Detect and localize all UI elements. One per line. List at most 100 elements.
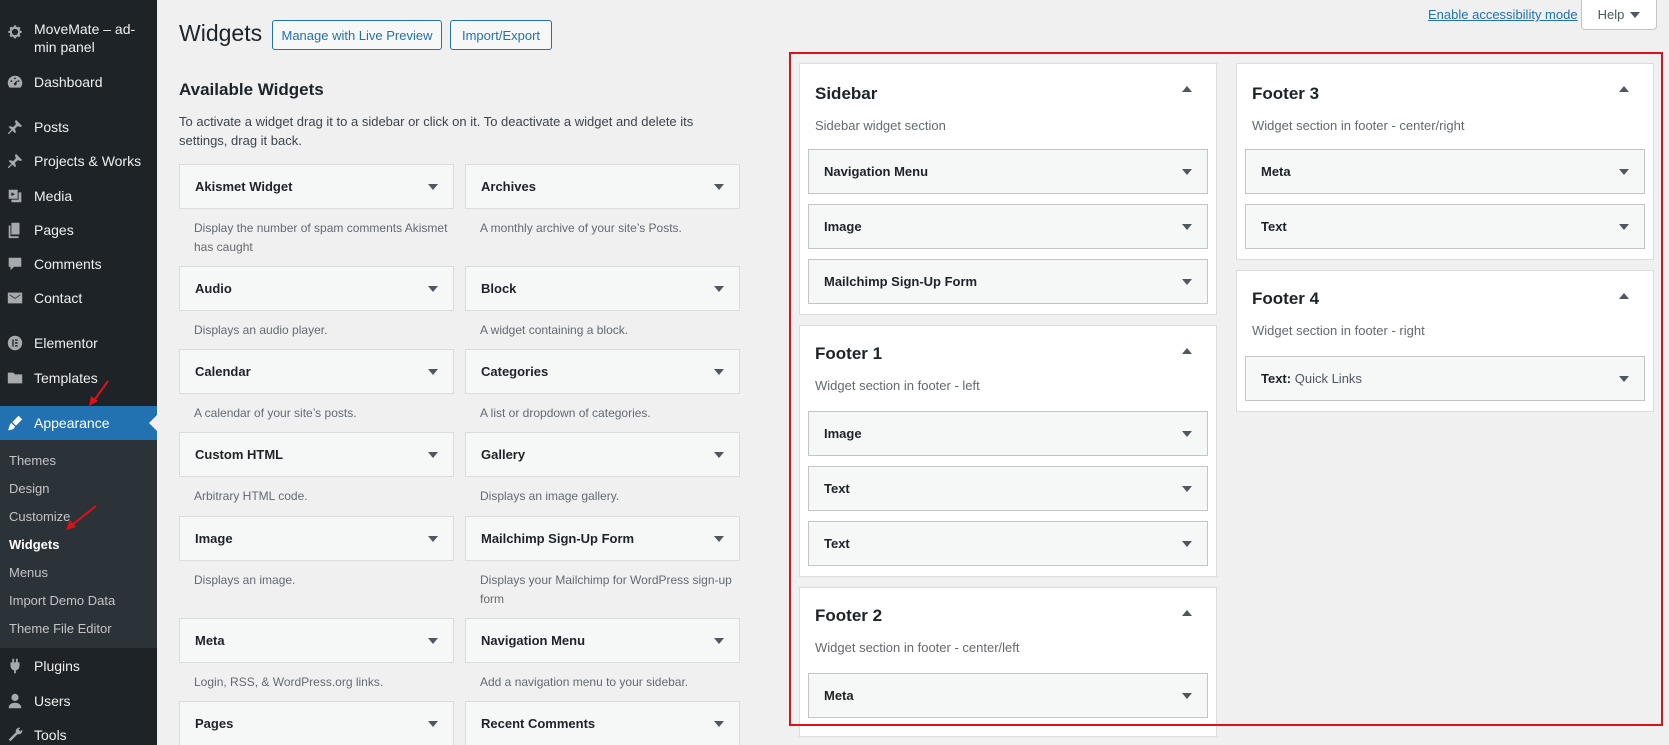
collapse-toggle-icon[interactable] [1182, 86, 1192, 92]
site-title: MoveMate – ad-min panel [34, 21, 136, 55]
area-widget[interactable]: Meta [1245, 149, 1645, 194]
widget-mailchimp[interactable]: Mailchimp Sign-Up Form [465, 516, 740, 561]
area-widget[interactable]: Navigation Menu [808, 149, 1208, 194]
menu-comments[interactable]: Comments [0, 247, 157, 281]
wrench-icon [4, 725, 26, 745]
import-export-button[interactable]: Import/Export [450, 20, 552, 50]
widget-archives[interactable]: Archives [465, 164, 740, 209]
widget-area-sidebar: Sidebar Sidebar widget section Navigatio… [799, 63, 1217, 315]
caret-down-icon[interactable] [1182, 430, 1192, 437]
submenu-menus[interactable]: Menus [9, 565, 48, 580]
widget-audio[interactable]: Audio [179, 266, 454, 311]
widget-title: Text [824, 536, 850, 551]
caret-down-icon[interactable] [1182, 692, 1192, 699]
caret-down-icon[interactable] [1182, 168, 1192, 175]
collapse-toggle-icon[interactable] [1619, 293, 1629, 299]
caret-down-icon[interactable] [714, 535, 724, 542]
caret-down-icon[interactable] [1182, 540, 1192, 547]
widget-title: Akismet Widget [195, 179, 293, 194]
widget-title: Custom HTML [195, 447, 284, 462]
widget-block[interactable]: Block [465, 266, 740, 311]
area-widget[interactable]: Text [1245, 204, 1645, 249]
widget-categories[interactable]: Categories [465, 349, 740, 394]
widget-title: Block [481, 281, 517, 296]
submenu-theme-file-editor[interactable]: Theme File Editor [9, 621, 112, 636]
menu-appearance[interactable]: Appearance [0, 406, 157, 440]
user-icon [4, 691, 26, 711]
area-title: Footer 4 [1252, 289, 1320, 308]
caret-down-icon[interactable] [428, 285, 438, 292]
widget-navigation-menu[interactable]: Navigation Menu [465, 618, 740, 663]
menu-users[interactable]: Users [0, 684, 157, 718]
area-description: Sidebar widget section [815, 118, 946, 133]
caret-down-icon[interactable] [1619, 375, 1629, 382]
widget-calendar[interactable]: Calendar [179, 349, 454, 394]
area-widget[interactable]: Image [808, 204, 1208, 249]
caret-down-icon[interactable] [714, 285, 724, 292]
collapse-toggle-icon[interactable] [1182, 348, 1192, 354]
menu-templates[interactable]: Templates [0, 361, 157, 395]
area-description: Widget section in footer - center/left [815, 640, 1020, 655]
menu-projects-works[interactable]: Projects & Works [0, 144, 157, 178]
menu-plugins[interactable]: Plugins [0, 649, 157, 683]
area-widget[interactable]: Text [808, 521, 1208, 566]
area-title: Footer 1 [815, 344, 883, 363]
caret-down-icon[interactable] [1182, 485, 1192, 492]
caret-down-icon[interactable] [428, 451, 438, 458]
menu-media[interactable]: Media [0, 179, 157, 213]
submenu-design[interactable]: Design [9, 481, 49, 496]
area-widget[interactable]: Image [808, 411, 1208, 456]
caret-down-icon[interactable] [428, 637, 438, 644]
caret-down-icon[interactable] [428, 535, 438, 542]
area-widget[interactable]: Mailchimp Sign-Up Form [808, 259, 1208, 304]
area-widget[interactable]: Text: Quick Links [1245, 356, 1645, 401]
widget-description: A list or dropdown of categories. [480, 406, 651, 420]
pin-icon [4, 117, 26, 137]
menu-label: Tools [34, 727, 67, 743]
submenu-themes[interactable]: Themes [9, 453, 56, 468]
menu-posts[interactable]: Posts [0, 110, 157, 144]
menu-dashboard[interactable]: Dashboard [0, 65, 157, 99]
caret-down-icon[interactable] [428, 368, 438, 375]
caret-down-icon[interactable] [714, 720, 724, 727]
caret-down-icon[interactable] [1619, 168, 1629, 175]
manage-live-preview-button[interactable]: Manage with Live Preview [272, 20, 442, 50]
submenu-widgets[interactable]: Widgets [9, 537, 59, 552]
caret-down-icon[interactable] [714, 368, 724, 375]
widget-gallery[interactable]: Gallery [465, 432, 740, 477]
widget-pages[interactable]: Pages [179, 701, 454, 745]
page-icon [4, 220, 26, 240]
widget-meta[interactable]: Meta [179, 618, 454, 663]
gear-icon [4, 22, 26, 42]
area-description: Widget section in footer - right [1252, 323, 1425, 338]
widget-custom-html[interactable]: Custom HTML [179, 432, 454, 477]
widget-description: A widget containing a block. [480, 323, 629, 337]
caret-down-icon[interactable] [714, 183, 724, 190]
caret-down-icon[interactable] [714, 637, 724, 644]
caret-down-icon[interactable] [714, 451, 724, 458]
collapse-toggle-icon[interactable] [1619, 86, 1629, 92]
collapse-toggle-icon[interactable] [1182, 610, 1192, 616]
caret-down-icon[interactable] [1182, 223, 1192, 230]
caret-down-icon[interactable] [1182, 278, 1192, 285]
widget-image[interactable]: Image [179, 516, 454, 561]
help-button[interactable]: Help [1581, 0, 1657, 30]
menu-elementor[interactable]: Elementor [0, 326, 157, 360]
area-widget[interactable]: Text [808, 466, 1208, 511]
widget-recent-comments[interactable]: Recent Comments [465, 701, 740, 745]
dashboard-icon [4, 72, 26, 92]
caret-down-icon[interactable] [428, 720, 438, 727]
area-widget[interactable]: Meta [808, 673, 1208, 718]
widget-akismet[interactable]: Akismet Widget [179, 164, 454, 209]
menu-pages[interactable]: Pages [0, 213, 157, 247]
enable-accessibility-mode-link[interactable]: Enable accessibility mode [1428, 7, 1578, 22]
widget-title: Navigation Menu [481, 633, 586, 648]
caret-down-icon[interactable] [1619, 223, 1629, 230]
pin-icon [4, 151, 26, 171]
submenu-import-demo-data[interactable]: Import Demo Data [9, 593, 115, 608]
page-title: Widgets [179, 20, 263, 46]
caret-down-icon[interactable] [428, 183, 438, 190]
widget-title: Gallery [481, 447, 526, 462]
menu-tools[interactable]: Tools [0, 718, 157, 745]
menu-contact[interactable]: Contact [0, 281, 157, 315]
